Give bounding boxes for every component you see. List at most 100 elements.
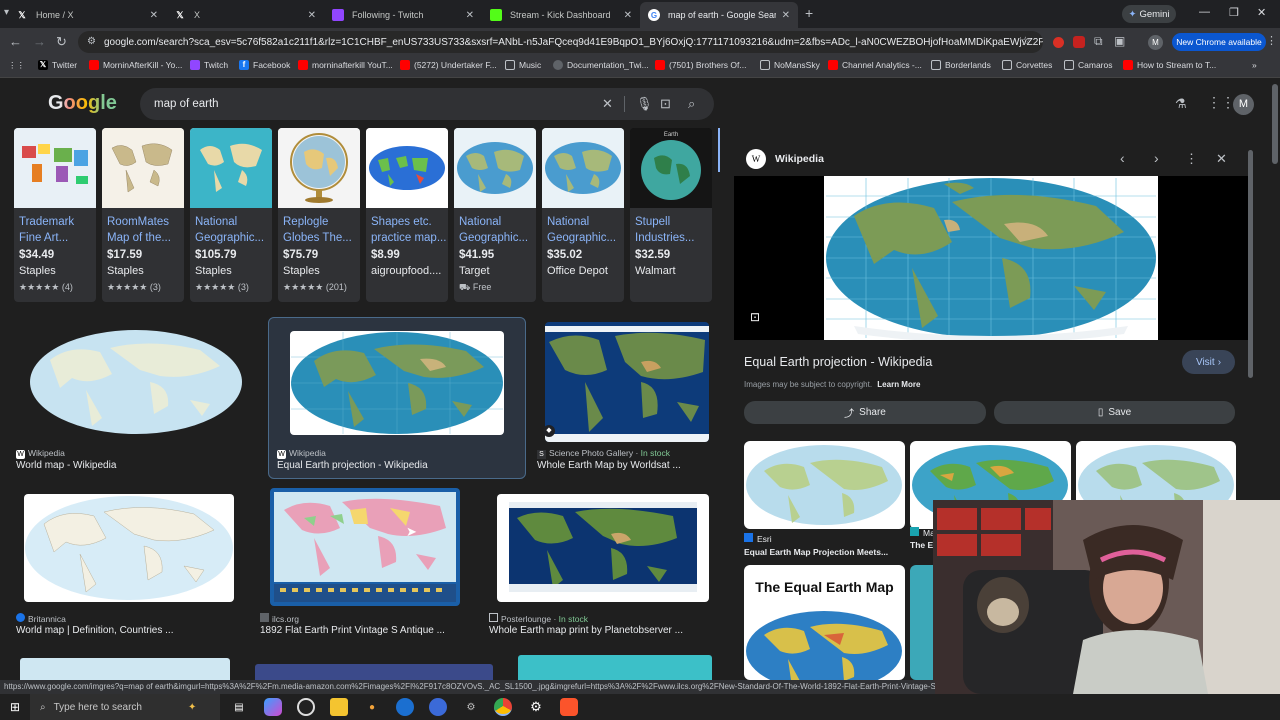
shopping-card[interactable]: Replogle Globes The... $75.79 Staples ★★… (278, 128, 360, 302)
image-result[interactable]: Britannica World map | Definition, Count… (14, 488, 247, 640)
shopping-card[interactable]: Shapes etc. practice map... $8.99 aigrou… (366, 128, 448, 302)
image-result[interactable]: ◆ S Science Photo Gallery · In stock Whol… (537, 318, 717, 474)
related-title[interactable]: Equal Earth Map Projection Meets... (744, 547, 888, 557)
image-result-partial[interactable] (518, 655, 712, 680)
bookmark-twitch[interactable]: Twitch (190, 60, 228, 70)
save-button[interactable]: ▯ Save (994, 401, 1235, 424)
extension-red-icon[interactable] (1053, 37, 1064, 48)
chevron-left-icon[interactable]: ‹ (1120, 150, 1125, 166)
bookmark-twitter[interactable]: 𝕏 Twitter (38, 60, 77, 70)
bookmark-borderlands[interactable]: Borderlands (931, 60, 991, 70)
shopping-card[interactable]: National Geographic... $105.79 Staples ★… (190, 128, 272, 302)
close-icon[interactable]: ✕ (466, 10, 474, 21)
steam-icon[interactable] (396, 698, 414, 716)
panel-title[interactable]: Equal Earth projection - Wikipedia (744, 355, 932, 369)
close-icon[interactable]: ✕ (624, 10, 632, 21)
bookmark-channel-analytics[interactable]: Channel Analytics -... (828, 60, 922, 70)
task-view-icon[interactable]: ▤ (230, 698, 248, 716)
close-icon[interactable]: ✕ (782, 10, 790, 21)
settings-icon[interactable]: ⚙ (527, 698, 545, 716)
more-options-icon[interactable]: ⋮ (1185, 151, 1198, 167)
share-button[interactable]: ⤴ Share (744, 401, 986, 424)
close-icon[interactable]: ✕ (308, 10, 316, 21)
image-result-selected[interactable]: W Wikipedia Equal Earth projection - Wiki… (268, 317, 526, 479)
bookmark-nomanssky[interactable]: NoMansSky (760, 60, 820, 70)
new-chrome-button[interactable]: New Chrome available (1172, 33, 1266, 51)
taskbar-search[interactable]: ⌕ Type here to search ✦ (30, 694, 220, 720)
app-icon-orange[interactable]: ● (363, 698, 381, 716)
chrome-icon[interactable] (494, 698, 512, 716)
back-icon[interactable]: ← (9, 34, 22, 49)
microphone-icon[interactable]: 🎙 (636, 96, 653, 112)
bookmark-morninafterkill-yt[interactable]: MorninAfterKill - Yo... (89, 60, 182, 70)
tab-twitch[interactable]: Following - Twitch ✕ (324, 2, 482, 28)
page-scrollbar[interactable] (1272, 84, 1278, 164)
extension-shield-icon[interactable] (1073, 36, 1085, 48)
result-title[interactable]: World map | Definition, Countries ... (16, 625, 173, 636)
bookmark-brothers[interactable]: (7501) Brothers Of... (655, 60, 746, 70)
close-window-button[interactable]: ✕ (1257, 6, 1266, 19)
minimize-button[interactable]: — (1199, 6, 1210, 18)
close-panel-icon[interactable]: ✕ (1216, 151, 1227, 167)
result-title[interactable]: Whole Earth map print by Planetobserver … (489, 625, 683, 636)
profile-avatar[interactable]: M (1148, 35, 1163, 50)
tab-x[interactable]: 𝕏 X ✕ (166, 2, 324, 28)
apps-icon[interactable]: ⋮⋮ (8, 60, 25, 71)
result-title[interactable]: World map - Wikipedia (16, 460, 116, 471)
restore-button[interactable]: ❐ (1229, 6, 1239, 19)
bookmark-star-icon[interactable]: ☆ (1020, 34, 1031, 48)
search-box[interactable]: map of earth (140, 88, 714, 120)
chevron-right-icon[interactable]: » (1252, 60, 1257, 70)
labs-flask-icon[interactable]: ⚗ (1175, 96, 1187, 112)
bookmark-morninafterkill-yt2[interactable]: morninafterkill YouT... (298, 60, 393, 70)
bookmark-facebook[interactable]: f Facebook (239, 60, 290, 70)
app-icon-dark[interactable]: ⚙ (462, 698, 480, 716)
lens-search-icon[interactable]: ⊡ (750, 310, 760, 324)
brave-icon[interactable] (560, 698, 578, 716)
image-result[interactable]: ➤ ilcs.org 1892 Flat Earth Print Vintage… (258, 488, 478, 640)
file-explorer-icon[interactable] (330, 698, 348, 716)
learn-more-link[interactable]: Learn More (877, 380, 920, 389)
related-title[interactable]: The E (910, 540, 933, 550)
result-title[interactable]: Whole Earth Map by Worldsat ... (537, 460, 681, 471)
image-result[interactable]: W Wikipedia World map - Wikipedia (14, 318, 259, 474)
new-tab-button[interactable]: + (805, 5, 813, 21)
tab-kick[interactable]: Stream - Kick Dashboard ✕ (482, 2, 640, 28)
bookmark-undertaker[interactable]: (5272) Undertaker F... (400, 60, 497, 70)
shopping-card[interactable]: RoomMates Map of the... $17.59 Staples ★… (102, 128, 184, 302)
panel-scrollbar[interactable] (1248, 150, 1253, 378)
shopping-card[interactable]: National Geographic... $41.95 Target ⛟ F… (454, 128, 536, 302)
app-icon-blue[interactable] (429, 698, 447, 716)
result-title[interactable]: 1892 Flat Earth Print Vintage S Antique … (260, 625, 445, 636)
bookmark-documentation[interactable]: Documentation_Twi... (553, 60, 649, 70)
copilot-icon[interactable] (264, 698, 282, 716)
bookmark-camaros[interactable]: Camaros (1064, 60, 1112, 70)
google-logo[interactable]: Google (48, 92, 117, 115)
panel-source[interactable]: Wikipedia (775, 153, 824, 165)
lens-icon[interactable]: ⊡ (660, 96, 671, 112)
tab-search-icon-2[interactable]: ▣ (1114, 34, 1125, 48)
related-image[interactable] (744, 441, 905, 529)
image-result-partial[interactable] (255, 664, 493, 680)
result-title[interactable]: Equal Earth projection - Wikipedia (277, 460, 428, 471)
image-result-partial[interactable] (20, 658, 230, 680)
address-bar[interactable]: ⚙ google.com/search?sca_esv=5c76f582a1c2… (78, 31, 1043, 53)
site-info-icon[interactable]: ⚙ (87, 36, 96, 47)
menu-kebab-icon[interactable]: ⋮ (1266, 34, 1277, 47)
chevron-right-icon[interactable]: › (1154, 150, 1159, 166)
account-avatar[interactable]: M (1233, 94, 1254, 115)
clear-icon[interactable]: ✕ (602, 96, 613, 112)
shopping-card[interactable]: Earth Stupell Industries... $32.59 Walma… (630, 128, 712, 302)
windows-start-icon[interactable]: ⊞ (6, 698, 24, 716)
extensions-icon[interactable]: ⧉ (1094, 34, 1103, 49)
visit-button[interactable]: Visit › (1182, 350, 1235, 374)
shopping-card[interactable]: National Geographic... $35.02 Office Dep… (542, 128, 624, 302)
close-icon[interactable]: ✕ (150, 10, 158, 21)
gemini-button[interactable]: ✦ Gemini (1122, 5, 1176, 23)
obs-icon[interactable] (297, 698, 315, 716)
bookmark-corvettes[interactable]: Corvettes (1002, 60, 1052, 70)
tab-home-x[interactable]: 𝕏 Home / X ✕ (8, 2, 166, 28)
shopping-card[interactable]: Trademark Fine Art... $34.49 Staples ★★★… (14, 128, 96, 302)
search-input[interactable]: map of earth (154, 98, 219, 110)
bookmark-music[interactable]: Music (505, 60, 541, 70)
